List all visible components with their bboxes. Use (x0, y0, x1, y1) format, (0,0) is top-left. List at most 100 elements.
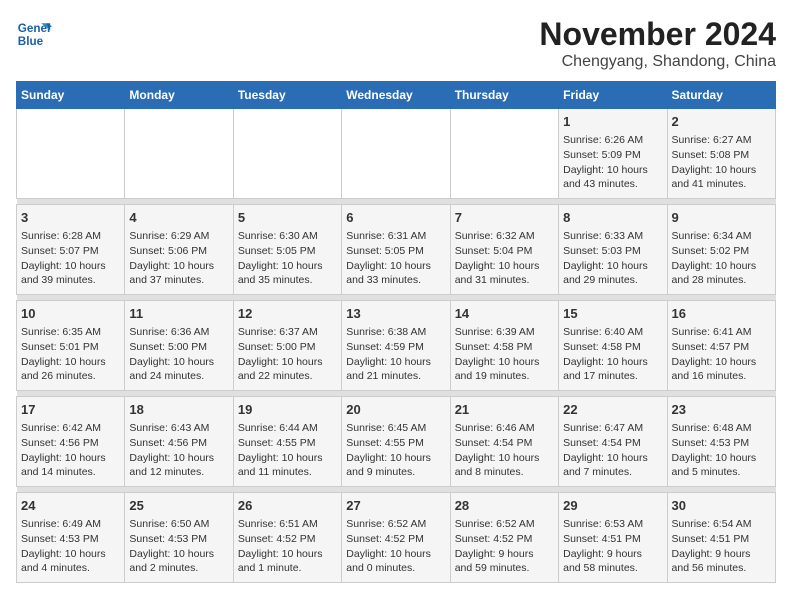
svg-text:Blue: Blue (18, 35, 44, 48)
day-number: 17 (21, 401, 120, 419)
calendar-week-4: 17Sunrise: 6:42 AMSunset: 4:56 PMDayligh… (17, 397, 776, 487)
day-info-line: Daylight: 10 hours (346, 451, 445, 466)
day-info-line: Sunrise: 6:44 AM (238, 421, 337, 436)
calendar-cell: 4 Sunrise: 6:29 AMSunset: 5:06 PMDaylight… (125, 205, 233, 295)
day-info-line: Sunset: 4:58 PM (455, 340, 554, 355)
day-info-line: Sunrise: 6:51 AM (238, 517, 337, 532)
day-info-line: Sunrise: 6:52 AM (455, 517, 554, 532)
day-info-line: and 24 minutes. (129, 369, 228, 384)
day-number: 2 (672, 113, 771, 131)
day-info-line: Daylight: 10 hours (21, 259, 120, 274)
day-info-line: Sunset: 4:57 PM (672, 340, 771, 355)
day-info-line: Sunrise: 6:37 AM (238, 325, 337, 340)
day-number: 12 (238, 305, 337, 323)
day-number: 26 (238, 497, 337, 515)
calendar-cell: 6Sunrise: 6:31 AMSunset: 5:05 PMDaylight… (342, 205, 450, 295)
day-info-line: Daylight: 10 hours (455, 355, 554, 370)
day-info-line: Daylight: 10 hours (21, 451, 120, 466)
day-info-line: Daylight: 10 hours (346, 355, 445, 370)
day-info-line: Sunrise: 6:26 AM (563, 133, 662, 148)
calendar-table: SundayMondayTuesdayWednesdayThursdayFrid… (16, 81, 776, 583)
day-info-line: and 2 minutes. (129, 561, 228, 576)
title-area: November 2024 Chengyang, Shandong, China (539, 16, 776, 71)
day-number: 1 (563, 113, 662, 131)
day-info-line: and 31 minutes. (455, 273, 554, 288)
day-info-line: Sunrise: 6:34 AM (672, 229, 771, 244)
day-info-line: Daylight: 10 hours (563, 451, 662, 466)
calendar-cell (17, 109, 125, 199)
weekday-header-row: SundayMondayTuesdayWednesdayThursdayFrid… (17, 82, 776, 109)
day-info-line: Daylight: 10 hours (455, 259, 554, 274)
day-info-line: Sunrise: 6:42 AM (21, 421, 120, 436)
day-info-line: Sunset: 4:55 PM (346, 436, 445, 451)
calendar-cell: 20Sunrise: 6:45 AMSunset: 4:55 PMDayligh… (342, 397, 450, 487)
calendar-cell: 3Sunrise: 6:28 AMSunset: 5:07 PMDaylight… (17, 205, 125, 295)
day-number: 8 (563, 209, 662, 227)
calendar-cell: 28Sunrise: 6:52 AMSunset: 4:52 PMDayligh… (450, 493, 558, 583)
day-number: 22 (563, 401, 662, 419)
day-info-line: Daylight: 10 hours (563, 259, 662, 274)
day-info-line: Sunrise: 6:36 AM (129, 325, 228, 340)
day-number: 6 (346, 209, 445, 227)
day-info-line: Daylight: 10 hours (238, 355, 337, 370)
day-info-line: Daylight: 10 hours (672, 451, 771, 466)
day-info-line: Sunset: 5:09 PM (563, 148, 662, 163)
calendar-cell (342, 109, 450, 199)
day-number: 19 (238, 401, 337, 419)
day-info-line: and 5 minutes. (672, 465, 771, 480)
day-info-line: Daylight: 10 hours (238, 259, 337, 274)
day-info-line: Sunset: 5:02 PM (672, 244, 771, 259)
logo-icon: General Blue (16, 16, 52, 52)
day-info-line: Daylight: 10 hours (672, 355, 771, 370)
day-info-line: Daylight: 10 hours (21, 355, 120, 370)
calendar-week-2: 3Sunrise: 6:28 AMSunset: 5:07 PMDaylight… (17, 205, 776, 295)
calendar-cell: 25Sunrise: 6:50 AMSunset: 4:53 PMDayligh… (125, 493, 233, 583)
day-number: 9 (672, 209, 771, 227)
day-info-line: and 39 minutes. (21, 273, 120, 288)
day-info-line: and 59 minutes. (455, 561, 554, 576)
day-info-line: Sunset: 4:53 PM (21, 532, 120, 547)
day-info-line: and 17 minutes. (563, 369, 662, 384)
day-number: 15 (563, 305, 662, 323)
day-info-line: Daylight: 10 hours (672, 259, 771, 274)
day-info-line: Sunrise: 6:29 AM (129, 229, 228, 244)
calendar-cell (450, 109, 558, 199)
calendar-week-3: 10Sunrise: 6:35 AMSunset: 5:01 PMDayligh… (17, 301, 776, 391)
calendar-cell: 10Sunrise: 6:35 AMSunset: 5:01 PMDayligh… (17, 301, 125, 391)
day-info-line: Sunset: 4:55 PM (238, 436, 337, 451)
day-number: 5 (238, 209, 337, 227)
day-number: 7 (455, 209, 554, 227)
day-info-line: Daylight: 10 hours (129, 355, 228, 370)
weekday-header-saturday: Saturday (667, 82, 775, 109)
day-info-line: and 19 minutes. (455, 369, 554, 384)
day-info-line: Sunset: 5:07 PM (21, 244, 120, 259)
day-info-line: Daylight: 10 hours (346, 259, 445, 274)
day-info-line: Daylight: 10 hours (21, 547, 120, 562)
day-info-line: Sunrise: 6:33 AM (563, 229, 662, 244)
day-info-line: Sunrise: 6:53 AM (563, 517, 662, 532)
day-info-line: Daylight: 10 hours (129, 259, 228, 274)
day-info-line: Sunset: 4:58 PM (563, 340, 662, 355)
day-info-line: and 43 minutes. (563, 177, 662, 192)
day-number: 28 (455, 497, 554, 515)
calendar-cell: 7Sunrise: 6:32 AMSunset: 5:04 PMDaylight… (450, 205, 558, 295)
calendar-cell (233, 109, 341, 199)
day-info-line: Daylight: 10 hours (455, 451, 554, 466)
calendar-cell: 1Sunrise: 6:26 AMSunset: 5:09 PMDaylight… (559, 109, 667, 199)
day-info-line: Sunset: 5:05 PM (346, 244, 445, 259)
day-info-line: Sunset: 5:04 PM (455, 244, 554, 259)
day-number: 11 (129, 305, 228, 323)
day-info-line: and 28 minutes. (672, 273, 771, 288)
day-info-line: and 58 minutes. (563, 561, 662, 576)
calendar-cell: 16Sunrise: 6:41 AMSunset: 4:57 PMDayligh… (667, 301, 775, 391)
day-info-line: Sunset: 5:06 PM (129, 244, 228, 259)
calendar-cell: 9 Sunrise: 6:34 AMSunset: 5:02 PMDaylight… (667, 205, 775, 295)
day-info-line: and 26 minutes. (21, 369, 120, 384)
day-info-line: Sunset: 4:54 PM (563, 436, 662, 451)
day-info-line: Daylight: 10 hours (346, 547, 445, 562)
day-number: 4 (129, 209, 228, 227)
day-info-line: Sunset: 5:00 PM (238, 340, 337, 355)
day-info-line: and 33 minutes. (346, 273, 445, 288)
calendar-cell: 17Sunrise: 6:42 AMSunset: 4:56 PMDayligh… (17, 397, 125, 487)
day-info-line: Sunset: 4:53 PM (129, 532, 228, 547)
